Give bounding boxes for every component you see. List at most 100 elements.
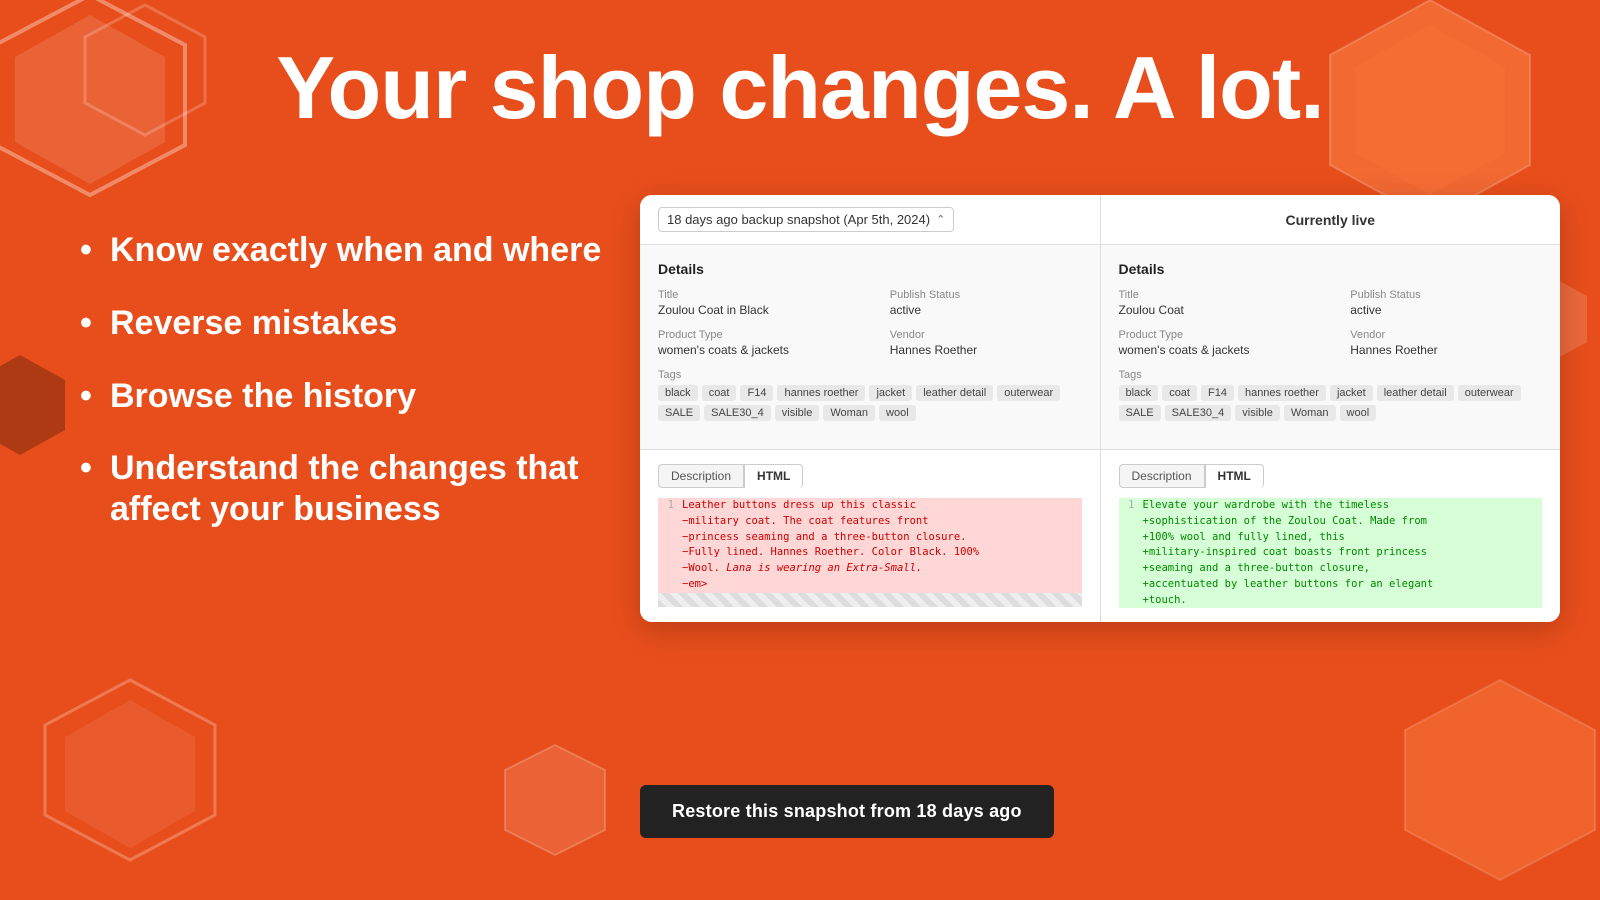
hex-decoration-bottom-right (1400, 675, 1600, 900)
snapshot-header-left: 18 days ago backup snapshot (Apr 5th, 20… (640, 195, 1101, 244)
left-vendor-group: Vendor Hannes Roether (890, 329, 1082, 357)
left-tags-container: Tags blackcoatF14hannes roetherjacketlea… (658, 369, 1082, 421)
code-line: +100% wool and fully lined, this (1119, 530, 1543, 546)
bullet-item-3: Browse the history (80, 376, 640, 417)
line-number (1119, 577, 1135, 593)
right-publish-group: Publish Status active (1350, 289, 1542, 317)
tag-item: Woman (1284, 405, 1336, 421)
line-number (658, 530, 674, 546)
tag-item: SALE30_4 (704, 405, 771, 421)
right-title-group: Title Zoulou Coat (1119, 289, 1311, 317)
chevron-icon: ⌃ (936, 213, 945, 226)
left-stripe (658, 593, 1082, 607)
left-description-tab[interactable]: Description (658, 464, 744, 488)
tag-item: hannes roether (777, 385, 865, 401)
tag-item: black (658, 385, 698, 401)
code-line: −military coat. The coat features front (658, 514, 1082, 530)
left-details-title: Details (658, 261, 1082, 277)
tag-item: SALE (1119, 405, 1161, 421)
right-tags-row: blackcoatF14hannes roetherjacketleather … (1119, 385, 1543, 421)
left-desc-tabs[interactable]: Description HTML (658, 464, 1082, 488)
live-header-right: Currently live (1101, 195, 1561, 244)
tag-item: Woman (823, 405, 875, 421)
line-number (1119, 530, 1135, 546)
line-text: +accentuated by leather buttons for an e… (1143, 577, 1543, 593)
hex-decoration-bottom-left (40, 675, 220, 880)
left-publish-label: Publish Status (890, 289, 1082, 301)
left-tags-label: Tags (658, 369, 1082, 381)
line-text: Leather buttons dress up this classic (682, 498, 1082, 514)
line-text: +sophistication of the Zoulou Coat. Made… (1143, 514, 1543, 530)
right-vendor-value: Hannes Roether (1350, 343, 1542, 357)
tag-item: wool (1340, 405, 1377, 421)
line-text: +touch. (1143, 593, 1543, 609)
panel-details-content: Details Title Zoulou Coat in Black Publi… (640, 245, 1560, 449)
right-html-tab[interactable]: HTML (1205, 464, 1264, 488)
tag-item: visible (775, 405, 820, 421)
right-code-block: 1Elevate your wardrobe with the timeless… (1119, 498, 1543, 608)
left-title-group: Title Zoulou Coat in Black (658, 289, 850, 317)
line-text: +seaming and a three-button closure, (1143, 561, 1543, 577)
right-tags-label: Tags (1119, 369, 1543, 381)
code-line: 1 Leather buttons dress up this classic (658, 498, 1082, 514)
line-number (658, 561, 674, 577)
snapshot-selector[interactable]: 18 days ago backup snapshot (Apr 5th, 20… (658, 207, 954, 232)
line-text: −Fully lined. Hannes Roether. Color Blac… (682, 545, 1082, 561)
right-product-row: Product Type women's coats & jackets Ven… (1119, 329, 1543, 357)
tag-item: hannes roether (1238, 385, 1326, 401)
line-number (1119, 514, 1135, 530)
tag-item: F14 (1201, 385, 1234, 401)
code-line: −Wool. Lana is wearing an Extra-Small. (658, 561, 1082, 577)
code-line: 1Elevate your wardrobe with the timeless (1119, 498, 1543, 514)
restore-button[interactable]: Restore this snapshot from 18 days ago (640, 785, 1054, 838)
feature-list: Know exactly when and where Reverse mist… (80, 230, 640, 562)
left-product-type-group: Product Type women's coats & jackets (658, 329, 850, 357)
code-line: +sophistication of the Zoulou Coat. Made… (1119, 514, 1543, 530)
left-product-row: Product Type women's coats & jackets Ven… (658, 329, 1082, 357)
left-details-col: Details Title Zoulou Coat in Black Publi… (640, 245, 1101, 449)
right-vendor-group: Vendor Hannes Roether (1350, 329, 1542, 357)
right-tags-container: Tags blackcoatF14hannes roetherjacketlea… (1119, 369, 1543, 421)
right-desc-tabs[interactable]: Description HTML (1119, 464, 1543, 488)
tag-item: SALE30_4 (1165, 405, 1232, 421)
tag-item: SALE (658, 405, 700, 421)
code-line: −princess seaming and a three-button clo… (658, 530, 1082, 546)
line-number (658, 545, 674, 561)
left-title-value: Zoulou Coat in Black (658, 303, 850, 317)
tag-item: coat (702, 385, 737, 401)
left-publish-group: Publish Status active (890, 289, 1082, 317)
right-details-title: Details (1119, 261, 1543, 277)
line-number: 1 (658, 498, 674, 514)
line-number (658, 514, 674, 530)
right-publish-label: Publish Status (1350, 289, 1542, 301)
right-description-tab[interactable]: Description (1119, 464, 1205, 488)
tag-item: wool (879, 405, 916, 421)
line-text: −military coat. The coat features front (682, 514, 1082, 530)
line-text: +military-inspired coat boasts front pri… (1143, 545, 1543, 561)
left-tags-row: blackcoatF14hannes roetherjacketleather … (658, 385, 1082, 421)
right-publish-value: active (1350, 303, 1542, 317)
comparison-panel: 18 days ago backup snapshot (Apr 5th, 20… (640, 195, 1560, 622)
left-html-tab[interactable]: HTML (744, 464, 803, 488)
bullet-item-4: Understand the changes that affect your … (80, 448, 640, 530)
right-product-type-label: Product Type (1119, 329, 1311, 341)
bullet-item-2: Reverse mistakes (80, 303, 640, 344)
bullet-item-1: Know exactly when and where (80, 230, 640, 271)
line-text: +100% wool and fully lined, this (1143, 530, 1543, 546)
tag-item: black (1119, 385, 1159, 401)
tag-item: leather detail (1377, 385, 1454, 401)
tag-item: outerwear (997, 385, 1060, 401)
code-line: +touch. (1119, 593, 1543, 609)
tag-item: leather detail (916, 385, 993, 401)
code-line: −em> (658, 577, 1082, 593)
line-number (1119, 545, 1135, 561)
line-text: −em> (682, 577, 1082, 593)
live-label: Currently live (1286, 212, 1375, 228)
left-vendor-value: Hannes Roether (890, 343, 1082, 357)
left-publish-value: active (890, 303, 1082, 317)
line-text: −princess seaming and a three-button clo… (682, 530, 1082, 546)
line-number (1119, 561, 1135, 577)
hex-decoration-bottom-mid (500, 740, 610, 870)
line-number (1119, 593, 1135, 609)
tag-item: visible (1235, 405, 1280, 421)
